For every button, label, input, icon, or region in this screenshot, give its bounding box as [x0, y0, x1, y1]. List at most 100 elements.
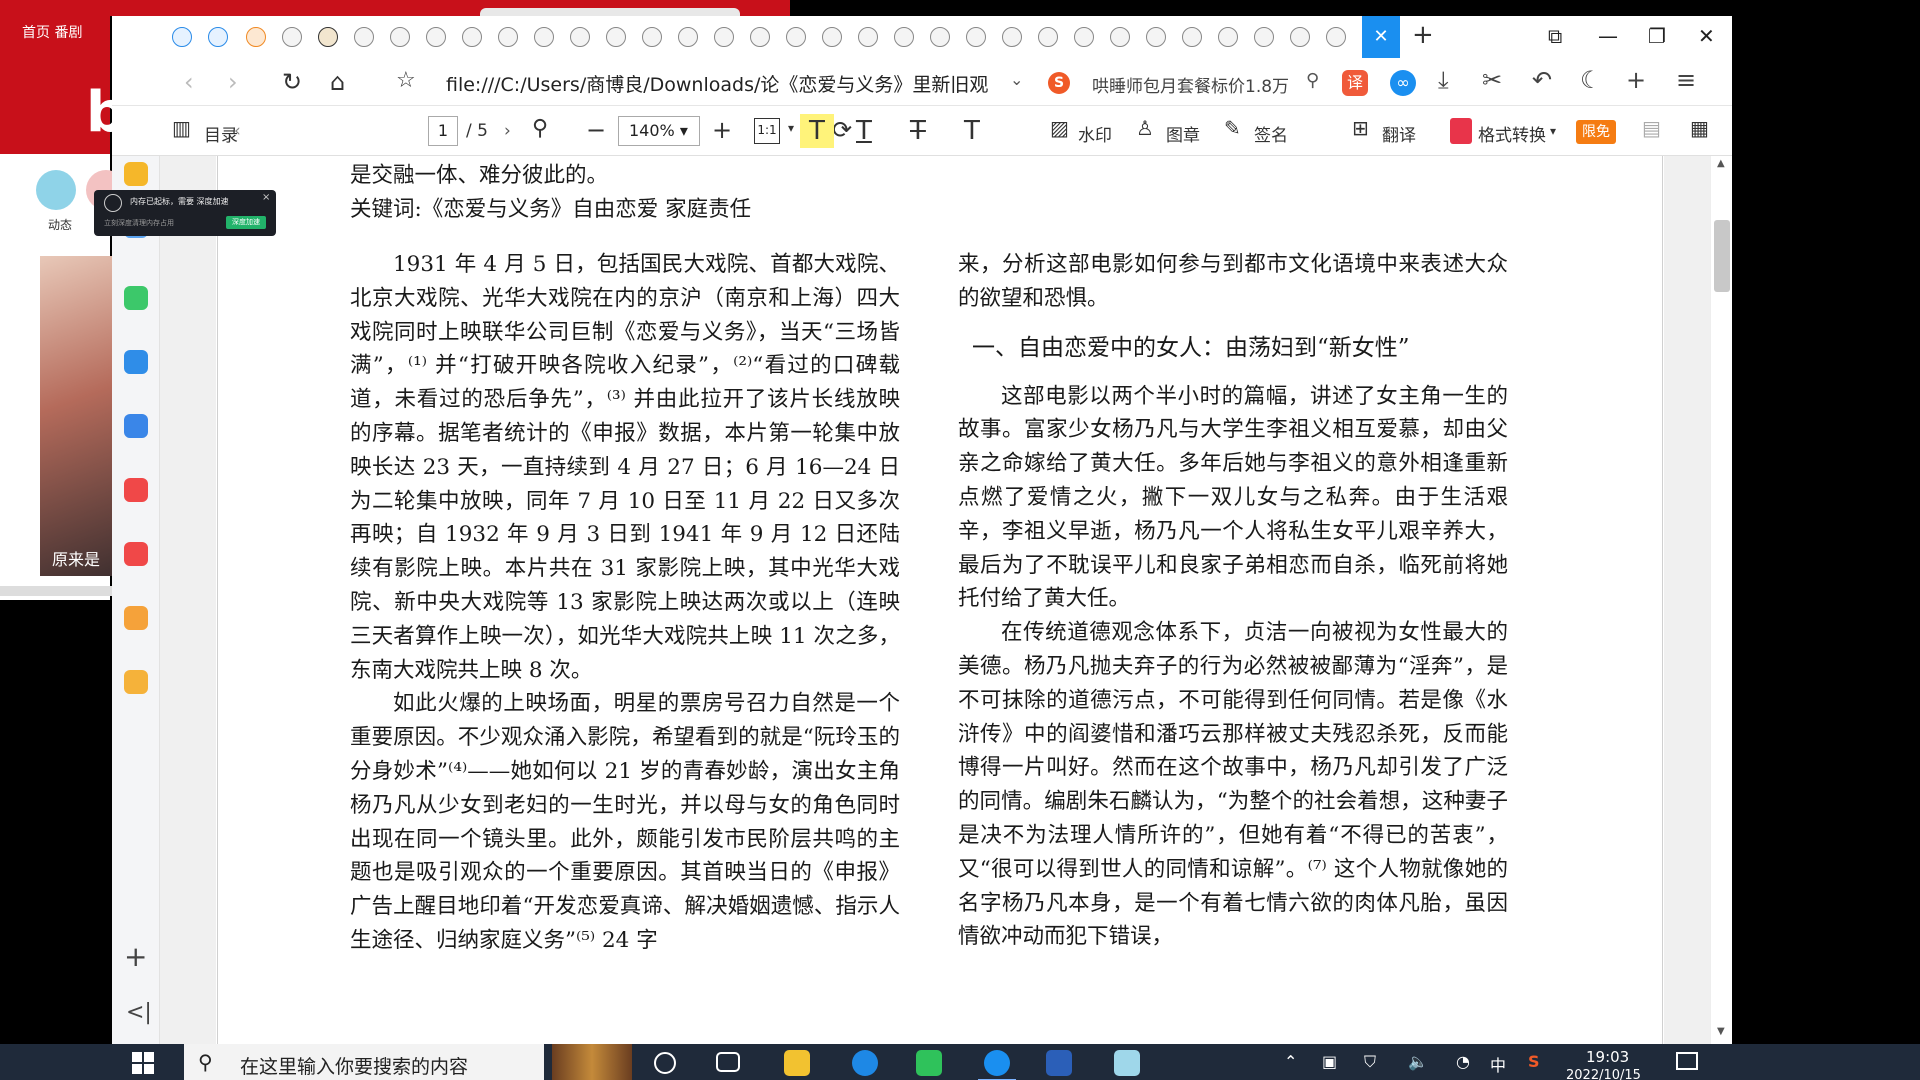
stamp-icon[interactable]: ♙: [1136, 116, 1154, 140]
tab-globe[interactable]: [1002, 27, 1022, 47]
night-mode-icon[interactable]: ☾: [1580, 66, 1602, 94]
watermark-icon[interactable]: ▨: [1050, 116, 1069, 140]
download-icon[interactable]: ⤓: [1438, 66, 1449, 94]
tab-bilibili[interactable]: [208, 27, 228, 47]
chevron-down-icon[interactable]: ▾: [788, 121, 794, 135]
toc-icon[interactable]: ▥: [172, 116, 191, 140]
tab-globe[interactable]: [750, 27, 770, 47]
tab-globe[interactable]: [642, 27, 662, 47]
bilibili-icon[interactable]: [1114, 1050, 1140, 1076]
text-highlight-icon[interactable]: T: [800, 114, 834, 148]
zoom-out-icon[interactable]: −: [586, 116, 606, 144]
taskbar-search[interactable]: ⚲ 在这里输入你要搜索的内容: [184, 1044, 544, 1080]
text-strikethrough-icon[interactable]: T: [910, 116, 926, 146]
sogou-ime-icon[interactable]: S: [1528, 1052, 1540, 1071]
back-icon[interactable]: ‹: [184, 68, 194, 96]
url-field[interactable]: file:///C:/Users/商博良/Downloads/论《恋爱与义务》里…: [446, 70, 1006, 97]
undo-icon[interactable]: ↶: [1532, 66, 1552, 94]
new-tab-button[interactable]: +: [1412, 20, 1434, 50]
ime-indicator[interactable]: 中: [1490, 1052, 1506, 1076]
tab-globe[interactable]: [354, 27, 374, 47]
app-store-icon[interactable]: [124, 478, 148, 502]
next-page-icon[interactable]: ›: [504, 121, 511, 141]
tab-globe[interactable]: [606, 27, 626, 47]
star-icon[interactable]: ☆: [396, 68, 416, 93]
search-suggestion[interactable]: 哄睡师包月套餐标价1.8万: [1092, 72, 1289, 97]
background-video-card[interactable]: [40, 256, 112, 576]
tab-globe[interactable]: [930, 27, 950, 47]
document-viewer[interactable]: 是交融一体、难分彼此的。 关键词:《恋爱与义务》自由恋爱 家庭责任 1931 年…: [160, 156, 1732, 1044]
scissors-icon[interactable]: ✂: [1482, 66, 1502, 94]
start-button[interactable]: [132, 1052, 154, 1074]
close-window-button[interactable]: ✕: [1698, 24, 1715, 48]
add-sidebar-item-icon[interactable]: +: [124, 940, 147, 973]
background-nav[interactable]: 首页 番剧: [22, 22, 82, 42]
sign-button[interactable]: 签名: [1254, 121, 1288, 146]
tab-globe[interactable]: [1182, 27, 1202, 47]
clock-time[interactable]: 19:03: [1586, 1048, 1629, 1066]
tab-globe[interactable]: [858, 27, 878, 47]
feishu-icon[interactable]: [852, 1050, 878, 1076]
chevron-down-icon[interactable]: ⌄: [1010, 70, 1023, 89]
toc-button[interactable]: 目录: [204, 121, 238, 146]
shield-tray-icon[interactable]: ⛉: [1364, 1052, 1376, 1072]
browser-icon[interactable]: [978, 1050, 1016, 1080]
more-tools-icon[interactable]: ▦: [1690, 116, 1709, 140]
scroll-up-icon[interactable]: ▲: [1717, 158, 1725, 169]
translate-extension-icon[interactable]: 译: [1342, 70, 1368, 96]
translate-button[interactable]: 翻译: [1382, 121, 1416, 146]
minimize-button[interactable]: —: [1598, 24, 1618, 48]
stamp-button[interactable]: 图章: [1166, 121, 1200, 146]
limited-free-badge[interactable]: 限免: [1576, 120, 1616, 144]
word-icon[interactable]: [1046, 1050, 1072, 1076]
tab-sogou[interactable]: [246, 27, 266, 47]
tab-globe[interactable]: [1326, 27, 1346, 47]
home-icon[interactable]: ⌂: [330, 68, 345, 96]
link-extension-icon[interactable]: ∞: [1390, 70, 1416, 96]
deep-speedup-button[interactable]: 深度加速: [226, 216, 266, 229]
tab-globe[interactable]: [498, 27, 518, 47]
collapse-sidebar-icon[interactable]: <|: [126, 1000, 152, 1025]
wechat-icon[interactable]: [124, 286, 148, 310]
tab-globe[interactable]: [1074, 27, 1094, 47]
background-scrollbar[interactable]: [0, 586, 112, 596]
wifi-icon[interactable]: ◔: [1456, 1052, 1470, 1071]
tab-globe[interactable]: [1218, 27, 1238, 47]
cortana-icon[interactable]: [654, 1052, 676, 1074]
tab-globe[interactable]: [534, 27, 554, 47]
tab-globe[interactable]: [462, 27, 482, 47]
tab-bilibili[interactable]: [172, 27, 192, 47]
search-engine-icon[interactable]: S: [1048, 72, 1070, 94]
search-icon[interactable]: ⚲: [532, 116, 548, 141]
prev-page-icon[interactable]: ‹: [234, 121, 241, 141]
notification-icon[interactable]: [1676, 1052, 1698, 1070]
forward-icon[interactable]: ›: [228, 68, 238, 96]
rotate-icon[interactable]: ⟳: [832, 116, 852, 144]
tab-globe[interactable]: [966, 27, 986, 47]
tab-globe[interactable]: [1146, 27, 1166, 47]
refresh-icon[interactable]: ↻: [282, 68, 302, 96]
menu-icon[interactable]: ≡: [1676, 66, 1696, 94]
page-number-input[interactable]: 1: [428, 116, 458, 146]
clock-date[interactable]: 2022/10/15: [1566, 1068, 1641, 1080]
tab-globe[interactable]: [822, 27, 842, 47]
tab-globe[interactable]: [1290, 27, 1310, 47]
scroll-thumb[interactable]: [1714, 220, 1730, 292]
close-icon[interactable]: ×: [262, 192, 270, 203]
task-view-icon[interactable]: [716, 1052, 740, 1072]
tab-globe[interactable]: [1038, 27, 1058, 47]
tab-globe[interactable]: [282, 27, 302, 47]
tab-globe[interactable]: [786, 27, 806, 47]
search-highlight-image[interactable]: [552, 1044, 632, 1080]
background-browser-window[interactable]: 首页 番剧 b 动态 热 原来是: [0, 0, 126, 600]
tab-globe[interactable]: [714, 27, 734, 47]
tab-zhi[interactable]: [318, 27, 338, 47]
restore-button[interactable]: ❐: [1648, 24, 1666, 48]
gallery-icon[interactable]: [124, 414, 148, 438]
taskbar-search-input[interactable]: 在这里输入你要搜索的内容: [240, 1052, 468, 1079]
signature-icon[interactable]: ✎: [1224, 116, 1241, 140]
chevron-down-icon[interactable]: ▾: [1550, 124, 1556, 138]
scroll-down-icon[interactable]: ▼: [1717, 1026, 1725, 1037]
tab-globe[interactable]: [1254, 27, 1274, 47]
active-tab-close-button[interactable]: ✕: [1362, 16, 1400, 58]
